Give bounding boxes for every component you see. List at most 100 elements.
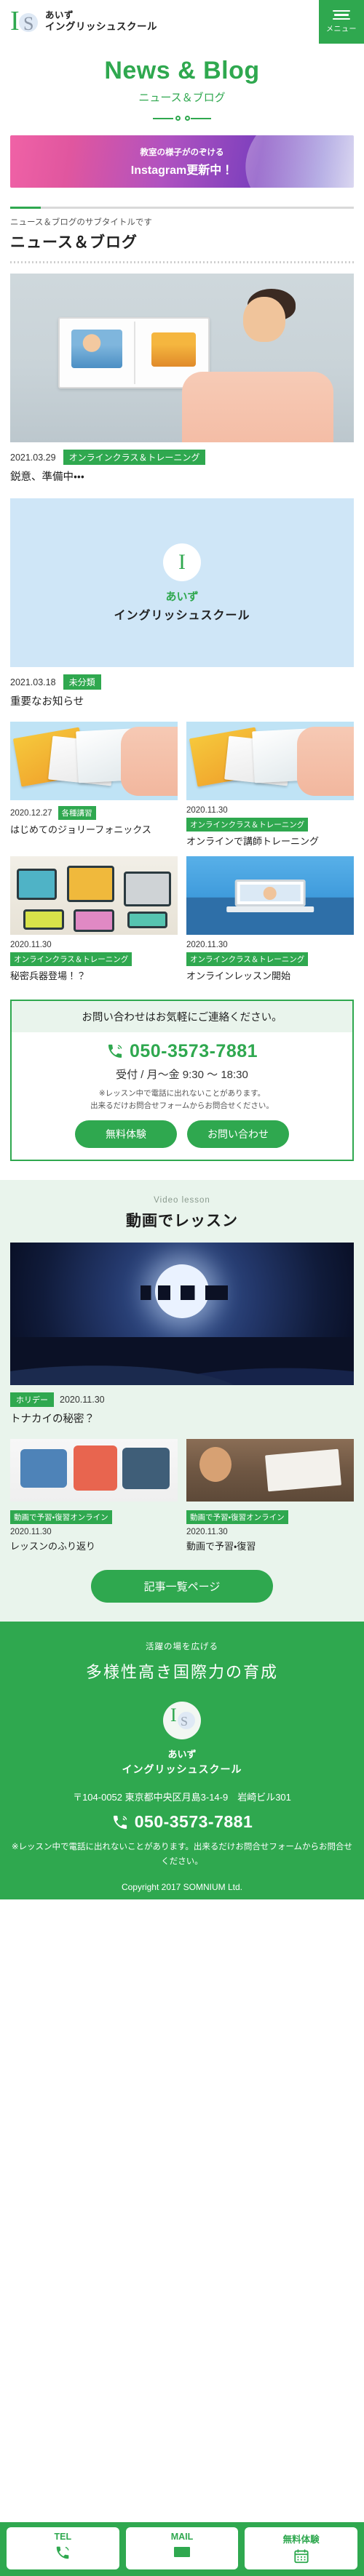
mail-icon (174, 2547, 190, 2557)
article-list-button[interactable]: 記事一覧ページ (91, 1570, 273, 1603)
post-card[interactable]: 2020.11.30 オンラインクラス＆トレーニング オンラインレッスン開始 (186, 856, 354, 984)
post-date: 2020.11.30 (186, 806, 228, 816)
post-title: 秘密兵器登場！？ (10, 970, 87, 981)
news-section-subtitle: ニュース＆ブログのサブタイトルです (10, 218, 152, 227)
video-thumbnail-illustration (10, 1439, 178, 1502)
contact-heading: お問い合わせはお気軽にご連絡ください。 (12, 1000, 352, 1032)
video-title: トナカイの秘密？ (10, 1413, 95, 1426)
news-section-header: ニュース＆ブログのサブタイトルです ニュース＆ブログ (0, 188, 364, 252)
post-grid: 2020.12.27 各種講習 はじめてのジョリーフォニックス 2020.11.… (10, 722, 354, 984)
footer-logo-icon: I S (163, 1702, 201, 1740)
post-date: 2020.11.30 (186, 940, 228, 949)
post-title: 鋭意、準備中・・・ (10, 471, 84, 483)
news-post-list: 2021.03.29 オンラインクラス＆トレーニング 鋭意、準備中・・・ I あ… (0, 263, 364, 984)
post-thumbnail-cameras (10, 856, 178, 935)
divider-ornament-icon (153, 115, 211, 122)
post-title: オンラインで講師トレーニング (186, 836, 320, 848)
brand-name-line1: あいず (45, 9, 74, 20)
footer-phone-number: 050-3573-7881 (134, 1812, 253, 1832)
post-category-tag[interactable]: オンラインクラス＆トレーニング (10, 952, 132, 966)
post-category-tag[interactable]: オンラインクラス＆トレーニング (186, 818, 309, 832)
post-item[interactable]: I あいず イングリッシュスクール 2021.03.18 未分類 重要なお知らせ (10, 498, 354, 710)
footer-headline: 多様性高き国際力の育成 (85, 1663, 278, 1682)
post-thumbnail-books (186, 722, 354, 801)
post-date: 2020.12.27 (10, 808, 52, 818)
video-date: 2020.11.30 (10, 1528, 52, 1537)
news-section-heading: ニュース＆ブログ (10, 234, 138, 251)
post-date: 2021.03.18 (10, 677, 56, 687)
calendar-icon (294, 2549, 309, 2564)
hamburger-icon (333, 9, 350, 20)
contact-hours: 受付 / 月～金 9:30 ～ 18:30 (116, 1068, 248, 1081)
page-title: News & Blog (104, 57, 260, 84)
video-featured-item[interactable]: ホリデー 2020.11.30 トナカイの秘密？ (10, 1243, 354, 1427)
video-category-tag[interactable]: 動画で予習・復習オンライン (186, 1510, 288, 1525)
thumb-brand-line1: あいず (165, 590, 199, 603)
phone-icon (108, 1045, 122, 1058)
phone-icon (113, 1815, 127, 1829)
copyright: Copyright 2017 SOMNIUM Ltd. (121, 1882, 243, 1893)
video-date: 2020.11.30 (60, 1395, 105, 1405)
bottom-bar-mail-button[interactable]: MAIL (125, 2527, 239, 2569)
bottom-bar-tel-button[interactable]: TEL (7, 2527, 119, 2569)
post-category-tag[interactable]: 未分類 (63, 674, 101, 690)
footer-brand-line1: あいず (167, 1749, 197, 1760)
menu-button[interactable]: メニュー (319, 0, 364, 44)
post-category-tag[interactable]: 各種講習 (58, 806, 96, 821)
site-header: I S あいず イングリッシュスクール メニュー (0, 0, 364, 44)
post-title: はじめてのジョリーフォニックス (10, 824, 151, 836)
post-title: 重要なお知らせ (10, 696, 84, 709)
contact-phone-link[interactable]: 050-3573-7881 (19, 1041, 345, 1062)
video-card[interactable]: 動画で予習・復習オンライン 2020.11.30 レッスンのふり返り (10, 1439, 178, 1554)
contact-phone-number: 050-3573-7881 (129, 1040, 258, 1061)
post-thumbnail-teacher-book (10, 274, 354, 442)
video-section-eyebrow: Video lesson (154, 1196, 210, 1205)
page-subtitle: ニュース＆ブログ (138, 92, 226, 104)
video-card[interactable]: 動画で予習・復習オンライン 2020.11.30 動画で予習・復習 (186, 1439, 354, 1554)
phone-icon (57, 2546, 69, 2559)
logo-letter-i: I (163, 543, 201, 581)
video-grid: 動画で予習・復習オンライン 2020.11.30 レッスンのふり返り 動画で予習… (10, 1439, 354, 1554)
video-thumbnail-desk-study (186, 1439, 354, 1502)
post-thumbnail-online-lesson (186, 856, 354, 935)
menu-button-label: メニュー (326, 25, 357, 34)
site-footer: 活躍の場を広げる 多様性高き国際力の育成 I S あいず イングリッシュスクール… (0, 1622, 364, 1900)
post-thumbnail-books (10, 722, 178, 801)
footer-address: 〒104-0052 東京都中央区月島3-14-9 岩崎ビル301 (73, 1792, 291, 1803)
footer-brand-line2: イングリッシュスクール (122, 1763, 242, 1776)
footer-phone-link[interactable]: 050-3573-7881 (10, 1812, 354, 1832)
contact-button[interactable]: お問い合わせ (187, 1120, 289, 1149)
contact-note-line2: 出来るだけお問合せフォームからお問合せください。 (90, 1101, 274, 1110)
video-lesson-section: Video lesson 動画でレッスン ホリデー 2020.11.30 トナカ… (0, 1180, 364, 1622)
logo-letter-s: S (23, 13, 34, 34)
post-thumbnail-school-logo: I あいず イングリッシュスクール (10, 498, 354, 668)
post-title: オンラインレッスン開始 (186, 970, 291, 981)
section-accent-rule (10, 207, 354, 209)
school-logo-icon: I S (9, 6, 39, 38)
footer-note: ※レッスン中で電話に出れないことがあります。出来るだけお問合せフォームからお問合… (11, 1843, 353, 1866)
bottom-bar-trial-button[interactable]: 無料体験 (245, 2527, 358, 2569)
brand-name-line2: イングリッシュスクール (45, 21, 157, 33)
video-category-tag[interactable]: ホリデー (10, 1392, 54, 1408)
instagram-banner-line1: 教室の様子がのぞける (140, 148, 224, 157)
post-card[interactable]: 2020.11.30 オンラインクラス＆トレーニング オンラインで講師トレーニン… (186, 722, 354, 849)
bottom-action-bar: TEL MAIL 無料体験 (0, 2522, 364, 2576)
page-hero: News & Blog ニュース＆ブログ (0, 44, 364, 127)
thumb-brand-line2: イングリッシュスクール (114, 609, 250, 622)
free-trial-button[interactable]: 無料体験 (75, 1120, 177, 1149)
contact-box: お問い合わせはお気軽にご連絡ください。 050-3573-7881 受付 / 月… (10, 999, 354, 1162)
instagram-banner[interactable]: 教室の様子がのぞける Instagram更新中！ (10, 135, 354, 188)
video-category-tag[interactable]: 動画で予習・復習オンライン (10, 1510, 112, 1525)
logo-letter-i: I (10, 6, 20, 36)
footer-tagline: 活躍の場を広げる (146, 1643, 218, 1652)
video-title: 動画で予習・復習 (186, 1541, 256, 1552)
post-card[interactable]: 2020.12.27 各種講習 はじめてのジョリーフォニックス (10, 722, 178, 849)
video-date: 2020.11.30 (186, 1528, 228, 1537)
post-category-tag[interactable]: オンラインクラス＆トレーニング (186, 952, 309, 966)
post-card[interactable]: 2020.11.30 オンラインクラス＆トレーニング 秘密兵器登場！？ (10, 856, 178, 984)
post-item[interactable]: 2021.03.29 オンラインクラス＆トレーニング 鋭意、準備中・・・ (10, 274, 354, 485)
brand-logo[interactable]: I S あいず イングリッシュスクール (9, 6, 157, 38)
post-category-tag[interactable]: オンラインクラス＆トレーニング (63, 450, 206, 465)
logo-letter-i: I (170, 1704, 177, 1726)
bottom-bar-mail-label: MAIL (170, 2532, 194, 2542)
